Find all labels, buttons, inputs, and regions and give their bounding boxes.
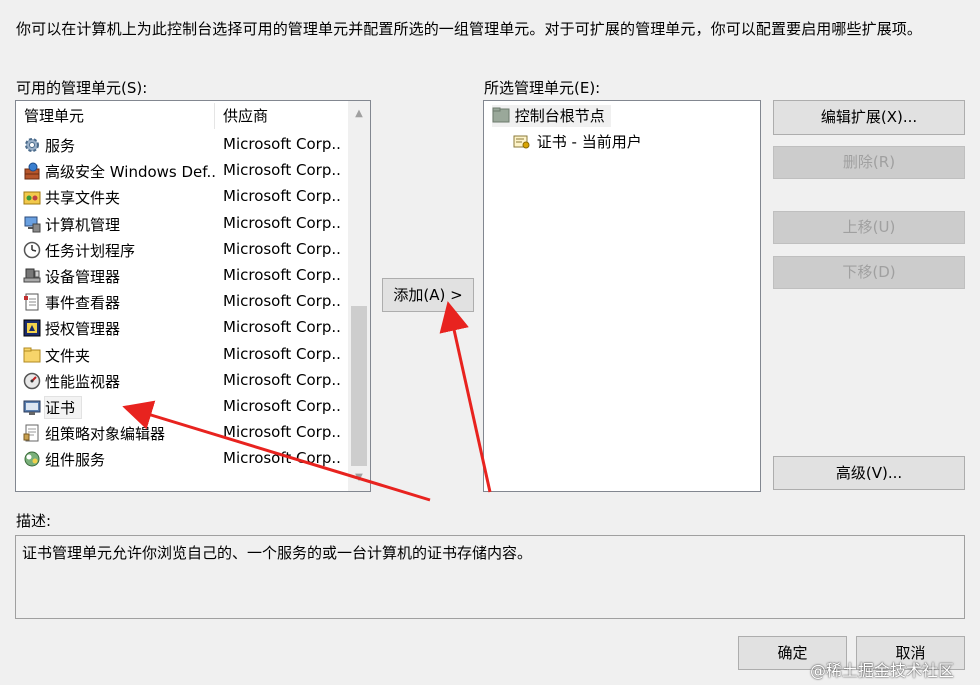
add-button[interactable]: 添加(A) >	[382, 278, 474, 312]
snapin-vendor: Microsoft Corp...	[223, 344, 341, 363]
snapin-vendor: Microsoft Corp...	[223, 213, 341, 232]
snapin-vendor: Microsoft Corp...	[223, 449, 341, 468]
device-manager-icon	[23, 268, 41, 283]
list-item[interactable]: 证书 Microsoft Corp...	[16, 394, 346, 420]
tree-item-label: 控制台根节点	[514, 107, 605, 125]
list-item[interactable]: 计算机管理 Microsoft Corp...	[16, 211, 346, 237]
scroll-up-arrow[interactable]: ▲	[348, 105, 370, 123]
snapin-vendor: Microsoft Corp...	[223, 161, 341, 180]
intro-text: 你可以在计算机上为此控制台选择可用的管理单元并配置所选的一组管理单元。对于可扩展…	[16, 20, 923, 38]
clock-icon	[23, 241, 41, 259]
snapin-vendor: Microsoft Corp...	[223, 397, 341, 415]
snapin-name: 计算机管理	[45, 215, 121, 234]
event-viewer-icon	[24, 293, 39, 311]
list-scrollbar[interactable]: ▲ ▼	[348, 101, 370, 491]
snapin-vendor: Microsoft Corp...	[223, 318, 341, 337]
scroll-thumb[interactable]	[351, 306, 367, 466]
console-root-folder-icon	[492, 107, 510, 123]
edit-extensions-button[interactable]: 编辑扩展(X)...	[773, 100, 965, 135]
snapin-name: 服务	[45, 137, 76, 155]
column-header-vendor[interactable]: 供应商	[223, 101, 268, 131]
snapin-vendor: Microsoft Corp...	[223, 135, 341, 153]
snapin-name: 授权管理器	[45, 320, 121, 339]
list-item[interactable]: 设备管理器 Microsoft Corp...	[16, 263, 346, 289]
list-item[interactable]: 共享文件夹 Microsoft Corp...	[16, 184, 346, 210]
advanced-button[interactable]: 高级(V)...	[773, 456, 965, 490]
column-header-name[interactable]: 管理单元	[24, 101, 84, 131]
snapin-name: 任务计划程序	[45, 241, 136, 260]
column-divider[interactable]	[214, 103, 215, 129]
snapin-vendor: Microsoft Corp...	[223, 292, 341, 311]
description-label: 描述:	[16, 512, 52, 530]
list-item[interactable]: 高级安全 Windows Def... Microsoft Corp...	[16, 158, 346, 184]
selected-snapins-tree[interactable]: 控制台根节点 证书 - 当前用户	[483, 100, 761, 492]
snapin-name: 文件夹	[45, 346, 91, 365]
computer-management-icon	[24, 216, 41, 233]
move-up-button[interactable]: 上移(U)	[773, 211, 965, 244]
snapin-name: 组件服务	[45, 451, 106, 470]
available-snapins-list[interactable]: 管理单元 供应商 服务 Microsoft Corp... 高级安全 Windows…	[15, 100, 371, 492]
snapin-vendor: Microsoft Corp...	[223, 266, 341, 284]
snapin-name: 组策略对象编辑器	[45, 425, 166, 444]
list-item[interactable]: 事件查看器 Microsoft Corp...	[16, 289, 346, 315]
snapin-name: 性能监视器	[45, 372, 121, 391]
certificate-icon	[23, 400, 41, 415]
selected-snapins-label: 所选管理单元(E):	[484, 79, 601, 97]
list-item[interactable]: 授权管理器 Microsoft Corp...	[16, 315, 346, 341]
scroll-down-arrow[interactable]: ▼	[348, 469, 370, 487]
list-item[interactable]: 性能监视器 Microsoft Corp...	[16, 368, 346, 394]
group-policy-icon	[23, 424, 39, 442]
component-services-icon	[24, 451, 40, 467]
list-item[interactable]: 文件夹 Microsoft Corp...	[16, 342, 346, 368]
performance-icon	[23, 372, 41, 390]
tree-item-console-root[interactable]: 控制台根节点	[492, 105, 611, 127]
authorization-icon	[23, 319, 41, 337]
tree-item-label: 证书 - 当前用户	[536, 133, 642, 151]
list-item[interactable]: 组策略对象编辑器 Microsoft Corp...	[16, 420, 346, 446]
remove-button[interactable]: 删除(R)	[773, 146, 965, 179]
move-down-button[interactable]: 下移(D)	[773, 256, 965, 289]
description-box: 证书管理单元允许你浏览自己的、一个服务的或一台计算机的证书存储内容。	[15, 535, 965, 619]
list-item[interactable]: 服务 Microsoft Corp...	[16, 132, 346, 158]
firewall-icon	[24, 162, 40, 180]
tree-item-certificates-current-user[interactable]: 证书 - 当前用户	[512, 131, 642, 153]
snapin-name: 证书	[43, 396, 83, 419]
certificate-icon	[513, 135, 530, 149]
snapin-vendor: Microsoft Corp...	[223, 370, 341, 389]
available-snapins-label: 可用的管理单元(S):	[16, 79, 148, 97]
snapin-name: 设备管理器	[45, 268, 121, 286]
snapin-name: 高级安全 Windows Def...	[45, 163, 215, 182]
snapin-vendor: Microsoft Corp...	[223, 239, 341, 258]
gear-icon	[25, 138, 39, 152]
list-item[interactable]: 组件服务 Microsoft Corp...	[16, 446, 346, 472]
snapin-vendor: Microsoft Corp...	[223, 187, 341, 206]
description-text: 证书管理单元允许你浏览自己的、一个服务的或一台计算机的证书存储内容。	[22, 544, 533, 562]
folder-icon	[23, 347, 41, 363]
snapin-name: 共享文件夹	[45, 189, 121, 208]
list-item[interactable]: 任务计划程序 Microsoft Corp...	[16, 237, 346, 263]
watermark: @稀土掘金技术社区	[810, 661, 955, 680]
snapin-vendor: Microsoft Corp...	[223, 423, 341, 442]
shared-folder-icon	[23, 191, 41, 205]
snapin-name: 事件查看器	[45, 294, 121, 313]
